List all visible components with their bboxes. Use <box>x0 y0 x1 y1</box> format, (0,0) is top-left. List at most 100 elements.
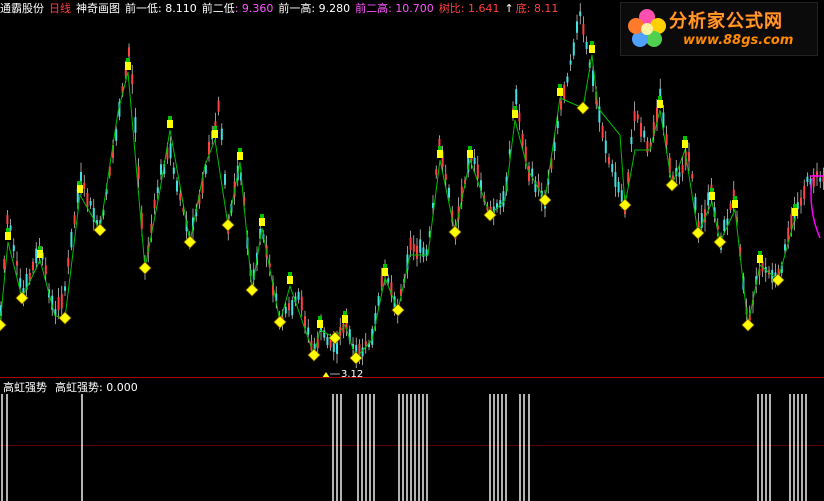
prev2-high-label: 前二高 <box>355 2 389 15</box>
candle-body <box>633 111 636 122</box>
candle-body <box>646 141 649 153</box>
high-pivot-marker <box>317 320 323 328</box>
ratio-label: 树比 <box>438 2 461 15</box>
candle-body <box>416 245 418 259</box>
candle-body <box>284 306 287 314</box>
prev-high-value: 9.280 <box>318 2 351 15</box>
high-pivot-marker <box>382 268 388 276</box>
candle-body <box>640 122 642 137</box>
candle-body <box>67 257 70 267</box>
candle-body <box>291 300 294 316</box>
candle-body <box>576 21 578 33</box>
candle-body <box>608 157 610 164</box>
pivot-flag <box>126 58 130 62</box>
candle-body <box>326 337 329 345</box>
high-pivot-marker <box>237 152 243 160</box>
high-pivot-marker <box>125 62 131 70</box>
candle-body <box>134 117 137 133</box>
pivot-flag <box>78 181 82 185</box>
candle-body <box>620 190 623 203</box>
pivot-flag <box>513 106 517 110</box>
pivot-flag <box>343 311 347 315</box>
candle-body <box>419 239 422 253</box>
candle-body <box>636 114 639 120</box>
prev2-high-value: 10.700 <box>395 2 434 15</box>
candle-body <box>3 259 6 270</box>
candle-body <box>681 165 684 174</box>
period-label[interactable]: 日线 <box>49 2 71 15</box>
candle-body <box>553 142 556 151</box>
flower-logo-icon <box>628 9 666 47</box>
logo-title: 分析家公式网 <box>669 11 783 32</box>
candle-body <box>73 215 76 225</box>
candle-body <box>380 275 383 287</box>
sub-panel-header: 高虹强势 高虹强势: 0.000 <box>3 381 138 394</box>
high-pivot-marker <box>709 192 715 200</box>
pivot-flag <box>758 251 762 255</box>
candle-body <box>128 47 130 57</box>
candle-body <box>444 174 447 180</box>
candle-body <box>217 100 220 112</box>
pivot-flag <box>38 246 42 250</box>
candle-body <box>566 76 569 83</box>
prev-low-value: 8.110 <box>165 2 197 15</box>
candle-body <box>412 244 415 252</box>
candle-body <box>630 137 633 145</box>
main-chart[interactable]: 3.12 <box>0 0 824 501</box>
up-arrow-icon: ↑ <box>504 2 514 15</box>
pivot-flag <box>468 146 472 150</box>
candle-body <box>665 134 668 145</box>
candle-body <box>803 185 806 199</box>
candle-body <box>502 191 505 207</box>
logo-url[interactable]: www.88gs.com <box>683 33 793 48</box>
candle-body <box>819 177 822 182</box>
pivot-flag <box>558 84 562 88</box>
high-pivot-marker <box>259 218 265 226</box>
candle-body <box>32 261 34 271</box>
candle-body <box>83 182 86 189</box>
candle-body <box>729 203 732 210</box>
candle-body <box>12 245 15 252</box>
pivot-flag <box>683 136 687 140</box>
high-pivot-marker <box>792 208 798 216</box>
pivot-flag <box>260 214 264 218</box>
high-pivot-marker <box>589 45 595 53</box>
candle-body <box>515 89 518 105</box>
candle-body <box>688 152 690 162</box>
pivot-flag <box>168 116 172 120</box>
high-pivot-marker <box>77 185 83 193</box>
sub-panel-title: 高虹强势 <box>3 381 47 394</box>
candle-body <box>601 125 604 138</box>
candle-body <box>300 296 303 311</box>
high-pivot-marker <box>437 150 443 158</box>
candle-body <box>784 244 786 251</box>
pivot-flag <box>238 148 242 152</box>
candle-body <box>572 42 575 56</box>
pivot-flag <box>438 146 442 150</box>
candle-body <box>6 215 9 224</box>
candle-body <box>57 297 60 311</box>
candle-body <box>611 164 614 173</box>
candle-body <box>160 164 162 175</box>
high-pivot-marker <box>732 200 738 208</box>
high-pivot-marker <box>37 250 43 258</box>
prev2-low-label: 前二低 <box>201 2 235 15</box>
pivot-flag <box>318 316 322 320</box>
pivot-flag <box>793 204 797 208</box>
site-logo: 分析家公式网 www.88gs.com <box>620 2 818 56</box>
candle-body <box>473 157 476 165</box>
candle-body <box>617 181 620 193</box>
candle-body <box>707 192 710 206</box>
bottom-value: 8.11 <box>533 2 559 15</box>
ratio-value: 1.641 <box>468 2 500 15</box>
candle-body <box>556 120 559 128</box>
candle-body <box>364 341 367 346</box>
candle-body <box>563 84 566 100</box>
sub-value: 0.000 <box>106 381 138 394</box>
candle-body <box>582 24 585 35</box>
candle-body <box>176 180 178 192</box>
high-pivot-marker <box>657 100 663 108</box>
candle-body <box>435 169 438 176</box>
candle-body <box>307 327 310 335</box>
pivot-flag <box>658 96 662 100</box>
